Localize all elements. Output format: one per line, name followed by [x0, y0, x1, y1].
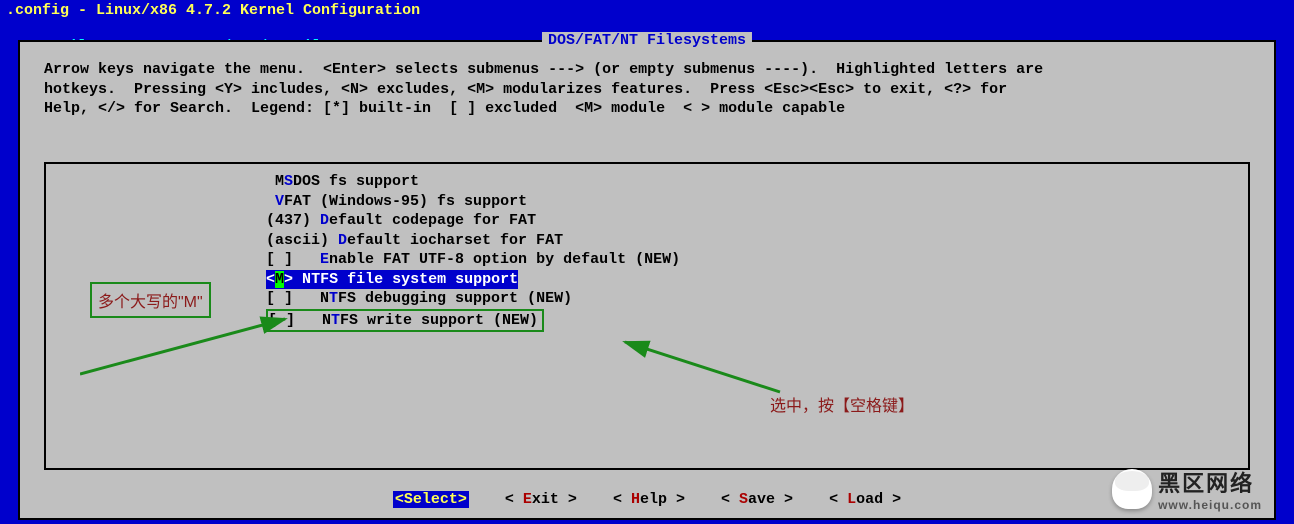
- menuconfig-dialog: DOS/FAT/NT Filesystems Arrow keys naviga…: [18, 40, 1276, 520]
- annotation-select-space: 选中，按【空格键】: [770, 392, 914, 416]
- button-bar: <Select> < Exit > < Help > < Save > < Lo…: [20, 491, 1274, 508]
- annotation-multiple-m: 多个大写的"M": [90, 282, 211, 318]
- menu-list[interactable]: MSDOS fs support VFAT (Windows-95) fs su…: [44, 162, 1250, 470]
- watermark-title: 黑区网络: [1158, 466, 1262, 498]
- window-title: .config - Linux/x86 4.7.2 Kernel Configu…: [0, 0, 1294, 21]
- menu-item[interactable]: (437) Default codepage for FAT: [46, 211, 1248, 231]
- menu-item[interactable]: [ ] Enable FAT UTF-8 option by default (…: [46, 250, 1248, 270]
- watermark: 黑区网络 www.heiqu.com: [1112, 466, 1262, 512]
- save-button[interactable]: < Save >: [721, 491, 793, 508]
- select-button[interactable]: <Select>: [393, 491, 469, 508]
- menu-item[interactable]: MSDOS fs support: [46, 172, 1248, 192]
- menu-item[interactable]: <M> NTFS file system support: [266, 270, 518, 290]
- watermark-url: www.heiqu.com: [1158, 498, 1262, 512]
- help-button[interactable]: < Help >: [613, 491, 685, 508]
- load-button[interactable]: < Load >: [829, 491, 901, 508]
- dialog-title: DOS/FAT/NT Filesystems: [542, 32, 752, 49]
- exit-button[interactable]: < Exit >: [505, 491, 577, 508]
- help-text: Arrow keys navigate the menu. <Enter> se…: [20, 42, 1274, 127]
- menu-item[interactable]: VFAT (Windows-95) fs support: [46, 192, 1248, 212]
- menu-item[interactable]: (ascii) Default iocharset for FAT: [46, 231, 1248, 251]
- mushroom-icon: [1112, 469, 1152, 509]
- menu-item[interactable]: [ ] NTFS write support (NEW): [266, 309, 544, 333]
- menu-item[interactable]: [ ] NTFS debugging support (NEW): [46, 289, 1248, 309]
